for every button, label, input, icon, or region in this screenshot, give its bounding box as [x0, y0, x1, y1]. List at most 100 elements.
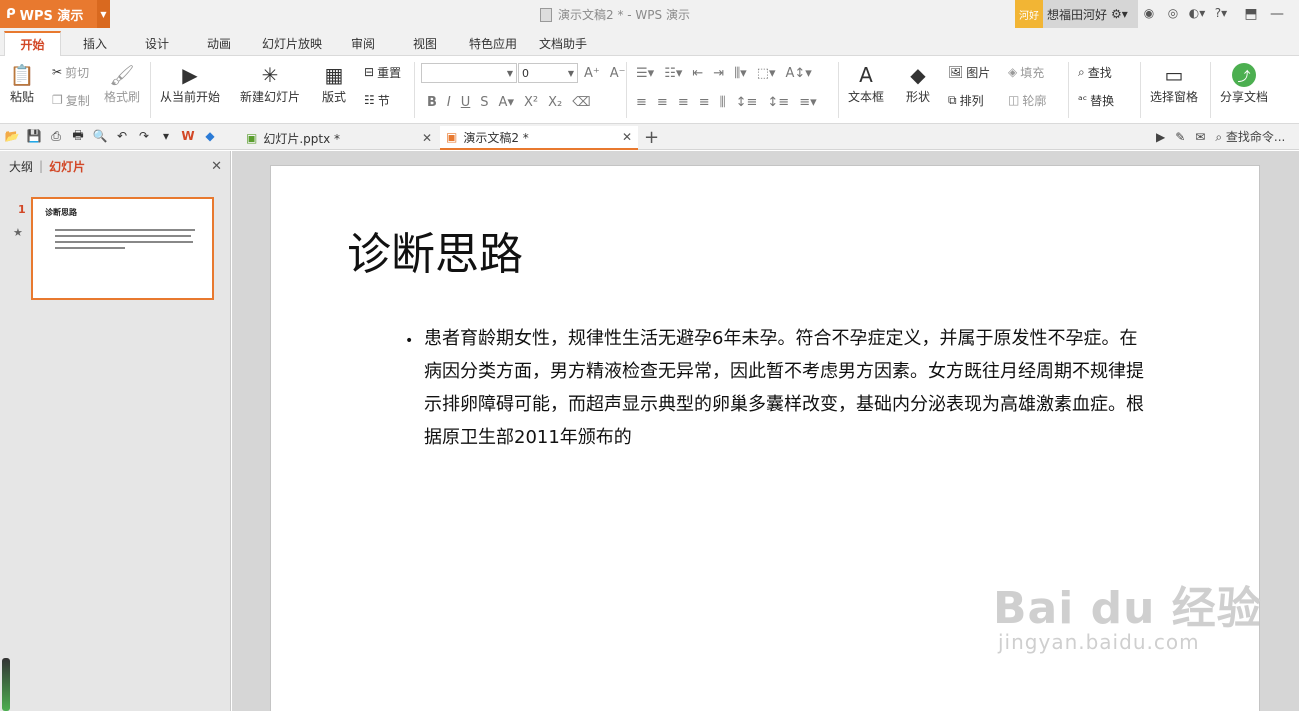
textbox-button[interactable]: A 文本框 — [848, 62, 884, 105]
tab-home[interactable]: 开始 — [4, 31, 61, 56]
outline-button[interactable]: ◫ 轮廓 — [1008, 90, 1046, 110]
tab-slideshow[interactable]: 幻灯片放映 — [254, 31, 330, 56]
font-size-select[interactable]: 0 ▼ — [518, 63, 578, 83]
fill-button[interactable]: ◈ 填充 — [1008, 62, 1044, 82]
close-panel-icon[interactable]: ✕ — [211, 159, 222, 174]
subscript-icon[interactable]: X₂ — [548, 95, 562, 110]
justify-icon[interactable]: ≡ — [699, 95, 710, 110]
help-icon[interactable]: ?▾ — [1212, 4, 1230, 22]
wps-home-icon[interactable]: W — [180, 128, 196, 144]
tools-icon[interactable]: ✎ — [1175, 130, 1185, 144]
skin-icon[interactable]: ◉ — [1140, 4, 1158, 22]
thumbnail-text-line — [55, 241, 193, 243]
doc-tab[interactable]: ▣ 幻灯片.pptx * ✕ — [240, 126, 438, 150]
picture-button[interactable]: 🖼 图片 — [948, 62, 990, 82]
comment-icon[interactable]: ✉ — [1195, 130, 1205, 144]
align-left-icon[interactable]: ≡ — [636, 95, 647, 110]
shape-button[interactable]: ◆ 形状 — [904, 62, 932, 105]
cloud-icon[interactable]: ◐▾ — [1188, 4, 1206, 22]
save-icon[interactable]: 💾 — [26, 128, 42, 144]
app-menu-dropdown-icon[interactable]: ▼ — [97, 0, 110, 28]
new-tab-icon[interactable]: + — [644, 127, 659, 148]
tab-design[interactable]: 设计 — [132, 31, 182, 56]
arrange-button[interactable]: ⧉ 排列 — [948, 90, 984, 110]
reset-button[interactable]: ⊟ 重置 — [364, 62, 401, 82]
clear-format-icon[interactable]: ⌫ — [572, 95, 590, 110]
selection-pane-icon: ▭ — [1164, 63, 1184, 87]
slide-panel: 大纲 | 幻灯片 ✕ 1 ★ 诊断思路 — [0, 151, 231, 711]
bold-icon[interactable]: B — [427, 95, 437, 110]
search-icon: ⌕ — [1078, 64, 1085, 79]
slide-body-text[interactable]: 患者育龄期女性，规律性生活无避孕6年未孕。符合不孕症定义，并属于原发性不孕症。在… — [424, 322, 1144, 454]
print-preview-icon[interactable]: 🔍 — [92, 128, 108, 144]
tab-separator: | — [39, 159, 44, 173]
valign-icon[interactable]: ≡▾ — [799, 95, 816, 110]
tab-doc-assistant[interactable]: 文档助手 — [530, 31, 596, 56]
decrease-font-icon[interactable]: A⁻ — [610, 66, 626, 81]
export-pdf-icon[interactable]: ⎙ — [48, 128, 64, 144]
selection-pane-button[interactable]: ▭ 选择窗格 — [1150, 62, 1198, 105]
section-button[interactable]: ☷ 节 — [364, 90, 390, 110]
find-button[interactable]: ⌕ 查找 — [1078, 62, 1112, 82]
share-doc-button[interactable]: ⤴ 分享文档 — [1220, 62, 1268, 105]
tab-slides[interactable]: 幻灯片 — [49, 158, 85, 175]
format-painter-button[interactable]: 🖌 格式刷 — [104, 62, 140, 105]
user-avatar[interactable]: 河好 — [1015, 0, 1043, 28]
undo-icon[interactable]: ↶ — [114, 128, 130, 144]
align-right-icon[interactable]: ≡ — [678, 95, 689, 110]
superscript-icon[interactable]: X² — [524, 95, 538, 110]
user-account[interactable]: 想福田河好 ⚙▾ — [1043, 0, 1138, 28]
doc-tab-active[interactable]: ▣ 演示文稿2 * ✕ — [440, 126, 638, 150]
font-name-select[interactable]: ▼ — [421, 63, 517, 83]
border-icon[interactable]: ⬚▾ — [757, 66, 776, 81]
increase-font-icon[interactable]: A⁺ — [584, 66, 600, 81]
tab-special[interactable]: 特色应用 — [460, 31, 526, 56]
app-menu-button[interactable]: ᑭ WPS 演示 — [0, 0, 97, 28]
outdent-icon[interactable]: ⇤ — [692, 66, 703, 81]
bullet-list-icon[interactable]: ☰▾ — [636, 66, 654, 81]
document-tab-bar: 📂 💾 ⎙ 🖶 🔍 ↶ ↷ ▾ W ◆ ▣ 幻灯片.pptx * ✕ ▣ 演示文… — [0, 124, 1299, 150]
cut-button[interactable]: ✂ 剪切 — [52, 62, 89, 82]
thumbnail-text-line — [55, 235, 191, 237]
tab-outline[interactable]: 大纲 — [9, 158, 33, 175]
strike-icon[interactable]: S — [480, 95, 488, 110]
close-tab-icon[interactable]: ✕ — [622, 130, 632, 144]
ribbon-divider — [414, 62, 415, 118]
new-slide-button[interactable]: ✳ 新建幻灯片 — [240, 62, 300, 105]
minimize-icon[interactable]: — — [1264, 0, 1290, 28]
distribute-icon[interactable]: ⫼ — [720, 95, 726, 110]
tab-animation[interactable]: 动画 — [194, 31, 244, 56]
font-color-icon[interactable]: A▾ — [499, 95, 514, 110]
play-from-current-button[interactable]: ▶ 从当前开始 — [160, 62, 220, 105]
tab-insert[interactable]: 插入 — [70, 31, 120, 56]
open-folder-icon[interactable]: 📂 — [4, 128, 20, 144]
underline-icon[interactable]: U — [461, 95, 471, 110]
tab-review[interactable]: 审阅 — [338, 31, 388, 56]
present-icon[interactable]: ▶ — [1156, 130, 1165, 144]
ribbon-divider — [838, 62, 839, 118]
cube-icon[interactable]: ◆ — [202, 128, 218, 144]
para-spacing-icon[interactable]: ↕≡ — [767, 95, 789, 110]
copy-button[interactable]: ❐ 复制 — [52, 90, 90, 110]
indent-icon[interactable]: ⇥ — [713, 66, 724, 81]
columns-icon[interactable]: ⫼▾ — [734, 66, 747, 81]
redo-icon[interactable]: ↷ — [136, 128, 152, 144]
close-tab-icon[interactable]: ✕ — [422, 131, 432, 145]
line-spacing-icon[interactable]: ↕≡ — [736, 95, 758, 110]
layout-button[interactable]: ▦ 版式 — [320, 62, 348, 105]
slide-title[interactable]: 诊断思路 — [347, 218, 523, 282]
tab-view[interactable]: 视图 — [400, 31, 450, 56]
font-size-step: A⁺ A⁻ — [584, 63, 626, 83]
restore-icon[interactable]: ⬒ — [1238, 0, 1264, 28]
feedback-icon[interactable]: ◎ — [1164, 4, 1182, 22]
slide-thumbnail[interactable]: 诊断思路 — [31, 197, 214, 300]
number-list-icon[interactable]: ☷▾ — [664, 66, 682, 81]
replace-button[interactable]: ᵃᶜ 替换 — [1078, 90, 1114, 110]
text-direction-icon[interactable]: A↕▾ — [786, 66, 812, 81]
paste-button[interactable]: 📋 粘贴 — [8, 62, 36, 105]
find-command[interactable]: ⌕ 查找命令... — [1215, 128, 1285, 145]
print-icon[interactable]: 🖶 — [70, 128, 86, 144]
align-center-icon[interactable]: ≡ — [657, 95, 668, 110]
italic-icon[interactable]: I — [447, 95, 451, 110]
customize-dropdown-icon[interactable]: ▾ — [158, 128, 174, 144]
